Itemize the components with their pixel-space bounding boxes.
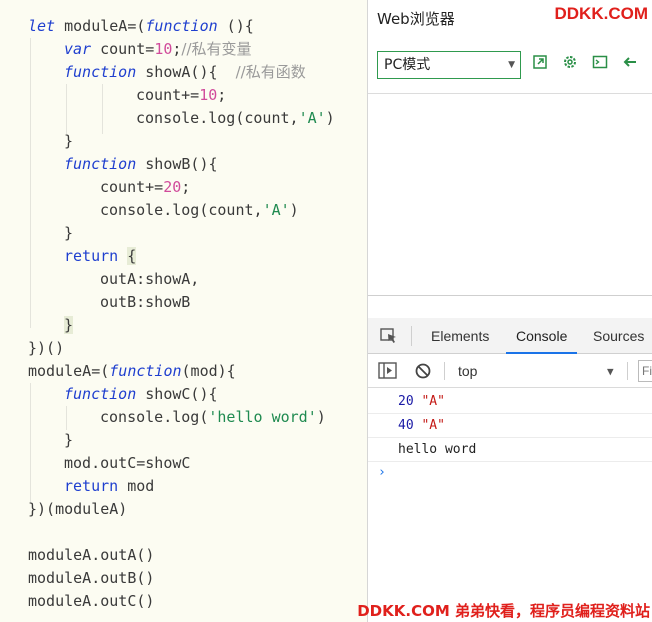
browser-title: Web浏览器 bbox=[377, 10, 455, 28]
clear-console-icon[interactable] bbox=[415, 363, 431, 379]
code-line-2: var count=10;//私有变量 bbox=[64, 40, 252, 58]
tab-console[interactable]: Console bbox=[506, 318, 578, 354]
divider bbox=[444, 362, 445, 380]
back-arrow-icon[interactable] bbox=[620, 54, 640, 74]
chevron-down-icon: ▼ bbox=[508, 60, 515, 70]
code-line-9: console.log(count,'A') bbox=[100, 201, 299, 219]
tab-sources[interactable]: Sources bbox=[593, 318, 644, 354]
log-text: hello word bbox=[398, 442, 477, 457]
code-line-24: moduleA.outA() bbox=[28, 546, 155, 564]
sidebar-toggle-icon[interactable] bbox=[378, 362, 397, 379]
console-log-line: 40 "A" bbox=[368, 414, 652, 438]
console-prompt[interactable]: › bbox=[378, 465, 386, 480]
indent-guide bbox=[102, 84, 103, 134]
log-number: 20 bbox=[398, 394, 414, 409]
divider bbox=[627, 362, 628, 380]
filter-input[interactable]: Fi bbox=[638, 360, 652, 382]
code-line-7: function showB(){ bbox=[64, 155, 218, 173]
code-line-19: } bbox=[64, 431, 74, 449]
indent-guide bbox=[66, 406, 67, 430]
code-line-10: } bbox=[64, 224, 74, 242]
code-line-6: } bbox=[64, 132, 74, 150]
code-line-22: })(moduleA) bbox=[28, 500, 128, 518]
code-line-26: moduleA.outC() bbox=[28, 592, 155, 610]
settings-gear-icon[interactable] bbox=[560, 54, 580, 74]
code-line-17: function showC(){ bbox=[64, 385, 218, 403]
console-log-line: hello word bbox=[368, 438, 652, 462]
code-line-15: })() bbox=[28, 339, 65, 357]
code-line-4: count+=10; bbox=[136, 86, 227, 104]
footer-watermark: DDKK.COM 弟弟快看，程序员编程资料站 bbox=[357, 602, 650, 620]
code-line-5: console.log(count,'A') bbox=[136, 109, 335, 127]
code-line-3: function showA(){ //私有函数 bbox=[64, 63, 306, 81]
log-number: 40 bbox=[398, 418, 414, 433]
console-toolbar: top ▼ Fi bbox=[368, 354, 652, 388]
code-line-13: outB:showB bbox=[100, 293, 191, 311]
code-line-25: moduleA.outB() bbox=[28, 569, 155, 587]
indent-guide bbox=[30, 383, 31, 503]
console-log-line: 20 "A" bbox=[368, 390, 652, 414]
code-line-8: count+=20; bbox=[100, 178, 191, 196]
log-string: "A" bbox=[421, 418, 445, 433]
code-line-14: } bbox=[64, 316, 74, 334]
brand-watermark: DDKK.COM bbox=[554, 4, 649, 23]
code-line-21: return mod bbox=[64, 477, 155, 495]
browser-toolbar: PC模式 ▼ bbox=[368, 38, 652, 94]
code-line-12: outA:showA, bbox=[100, 270, 200, 288]
mode-select-value: PC模式 bbox=[384, 57, 431, 73]
code-line-1: let moduleA=(function (){ bbox=[28, 17, 254, 35]
code-line-16: moduleA=(function(mod){ bbox=[28, 362, 236, 380]
page-viewport[interactable] bbox=[368, 95, 652, 295]
tab-elements[interactable]: Elements bbox=[431, 318, 489, 354]
indent-guide bbox=[30, 38, 31, 328]
code-line-20: mod.outC=showC bbox=[64, 454, 191, 472]
indent-guide bbox=[66, 84, 67, 134]
divider bbox=[411, 326, 412, 346]
web-browser-panel: Web浏览器 DDKK.COM PC模式 ▼ Elements Console … bbox=[367, 0, 652, 622]
devtools-tabbar: Elements Console Sources bbox=[368, 318, 652, 354]
log-string: "A" bbox=[421, 394, 445, 409]
context-selector-value[interactable]: top bbox=[458, 354, 477, 388]
code-line-18: console.log('hello word') bbox=[100, 408, 326, 426]
devtools-panel: Elements Console Sources top ▼ Fi 20 "A" bbox=[368, 295, 652, 622]
mode-select[interactable]: PC模式 ▼ bbox=[377, 51, 521, 79]
inspect-element-icon[interactable] bbox=[380, 328, 398, 344]
terminal-icon[interactable] bbox=[590, 54, 610, 74]
open-external-icon[interactable] bbox=[530, 54, 550, 74]
chevron-down-icon[interactable]: ▼ bbox=[607, 365, 614, 378]
code-editor[interactable]: let moduleA=(function (){ var count=10;/… bbox=[0, 0, 367, 622]
code-line-11: return { bbox=[64, 247, 137, 265]
